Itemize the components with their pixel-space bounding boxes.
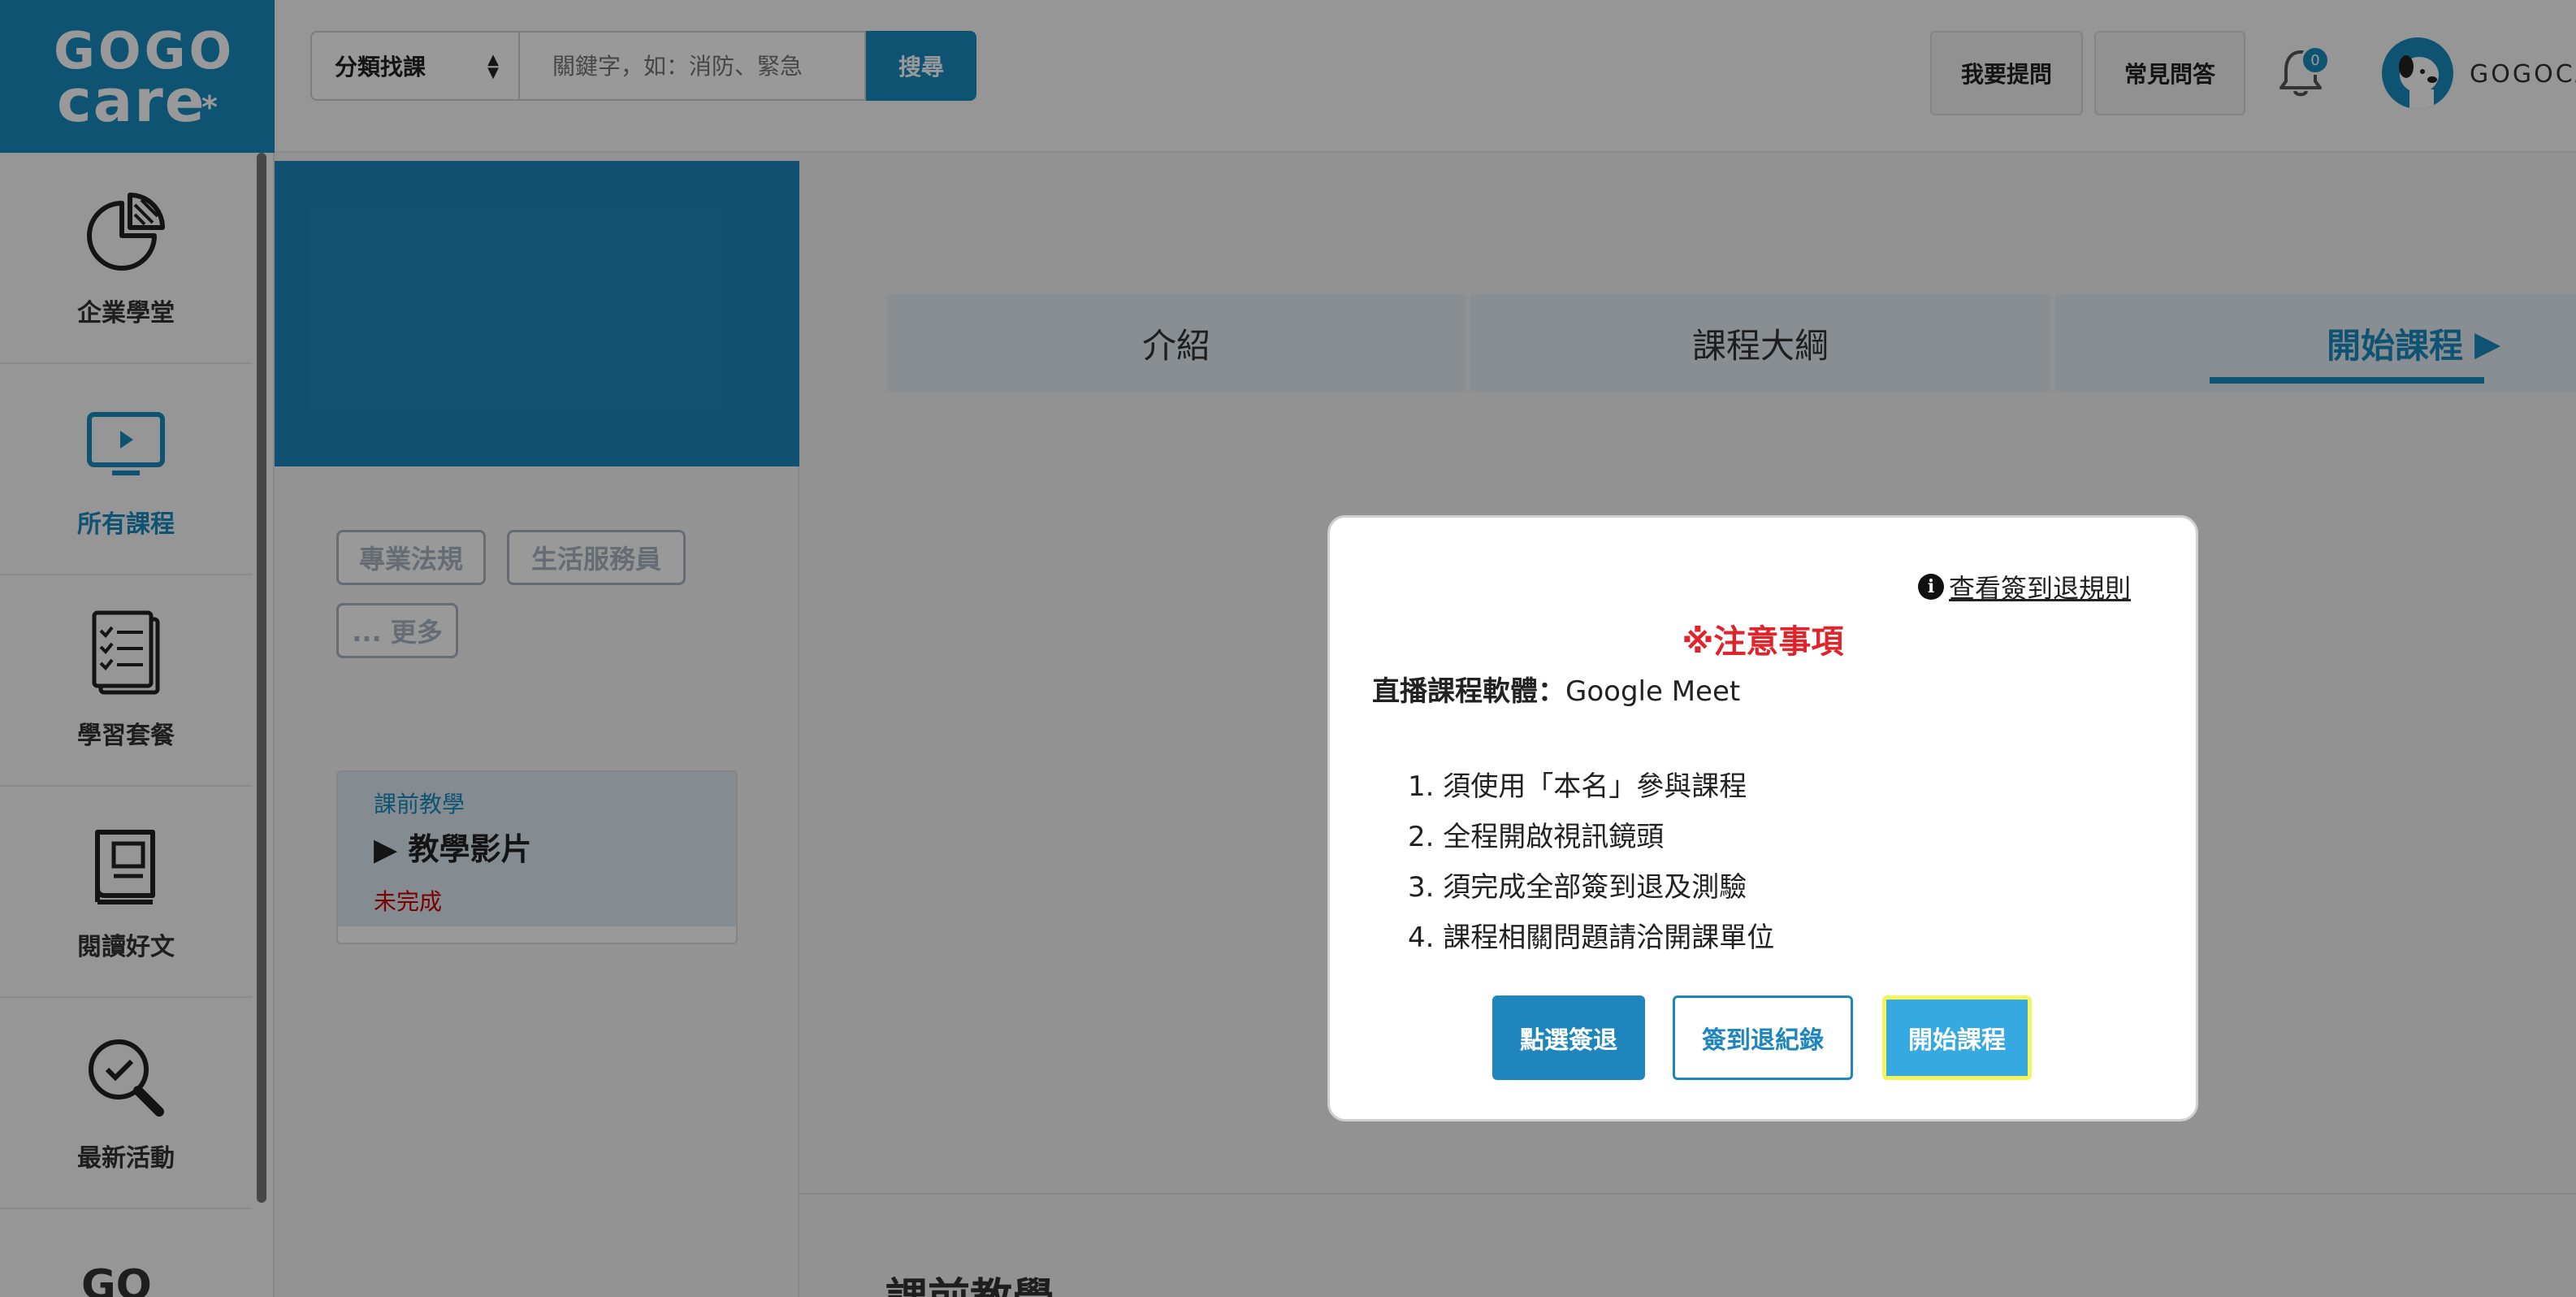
category-select-label: 分類找課 <box>335 54 426 80</box>
tag-service-worker[interactable]: 生活服務員 <box>507 530 686 585</box>
rule-item: 2. 全程開啟視訊鏡頭 <box>1408 821 1665 853</box>
ask-question-button[interactable]: 我要提問 <box>1930 31 2083 115</box>
lesson-category: 課前教學 <box>374 791 465 818</box>
sidebar-item-events[interactable]: 最新活動 <box>0 998 252 1209</box>
sidebar-partial-logo: GO <box>81 1261 152 1297</box>
lesson-title: 教學影片 <box>408 831 532 867</box>
tag-more[interactable]: ... 更多 <box>336 603 458 658</box>
search-button[interactable]: 搜尋 <box>866 31 976 101</box>
sidebar-scrollbar[interactable] <box>257 153 266 1203</box>
course-notice-modal: i 查看簽到退規則 ※注意事項 直播課程軟體：Google Meet 1. 須使… <box>1327 515 2198 1121</box>
sidebar-item-label: 最新活動 <box>77 1144 175 1173</box>
lesson-status: 未完成 <box>374 888 443 915</box>
sidebar-item-label: 企業學堂 <box>77 299 175 328</box>
info-icon: i <box>1918 574 1944 600</box>
sidebar-item-label: 學習套餐 <box>77 722 175 750</box>
tab-start-course-label: 開始課程 <box>2327 325 2464 366</box>
section-title: 課前教學 <box>885 1264 1054 1297</box>
user-name[interactable]: GOGOCA <box>2470 60 2576 89</box>
notice-heading: ※注意事項 <box>1682 623 1844 661</box>
rule-list: 1. 須使用「本名」參與課程 2. 全程開啟視訊鏡頭 3. 須完成全部簽到退及測… <box>1408 761 1774 963</box>
category-select[interactable]: 分類找課 ▲ ▼ <box>310 31 518 101</box>
dog-avatar-icon <box>2399 55 2439 109</box>
tag-regulations[interactable]: 專業法規 <box>336 530 486 585</box>
logo-mark: * <box>201 89 218 125</box>
software-value: Google Meet <box>1565 675 1741 708</box>
sidebar-item-label: 所有課程 <box>77 510 175 539</box>
active-tab-indicator <box>2210 377 2484 384</box>
book-icon <box>95 830 155 904</box>
sidebar-item-reading[interactable]: 閱讀好文 <box>0 787 252 998</box>
play-icon: ▶ <box>2474 323 2501 363</box>
faq-button[interactable]: 常見問答 <box>2094 31 2245 115</box>
lesson-card[interactable]: 課前教學 ▶ 教學影片 未完成 <box>336 770 738 944</box>
rule-item: 3. 須完成全部簽到退及測驗 <box>1408 871 1747 904</box>
sign-rules-link-label: 查看簽到退規則 <box>1949 573 2132 604</box>
top-bar: GOGO care * 分類找課 ▲▼ 搜尋 我要提問 常見問答 0 GOGOC… <box>0 0 2576 153</box>
lesson-title-row: ▶ 教學影片 <box>374 824 531 869</box>
sidebar-item-packages[interactable]: 學習套餐 <box>0 575 252 787</box>
magnifier-check-icon <box>89 1039 164 1117</box>
rule-item: 4. 課程相關問題請洽開課單位 <box>1408 922 1775 954</box>
play-icon: ▶ <box>374 831 398 867</box>
checklist-icon <box>92 610 160 695</box>
tab-intro[interactable]: 介紹 <box>887 294 1466 392</box>
sign-record-button[interactable]: 簽到退紀錄 <box>1673 996 1853 1080</box>
tab-syllabus[interactable]: 課程大綱 <box>1470 294 2050 392</box>
search-input[interactable] <box>518 31 866 101</box>
sort-arrows-icon: ▲ ▼ <box>487 51 499 81</box>
monitor-play-icon <box>87 412 165 475</box>
logo[interactable]: GOGO care * <box>0 0 275 153</box>
avatar[interactable] <box>2382 37 2453 109</box>
sidebar-item-enterprise[interactable]: 企業學堂 <box>0 153 252 364</box>
logo-text-bottom: care <box>57 67 206 135</box>
pie-chart-icon <box>87 193 165 271</box>
sidebar-item-label: 閱讀好文 <box>77 933 175 961</box>
sidebar-item-all-courses[interactable]: 所有課程 <box>0 364 252 575</box>
software-label: 直播課程軟體： <box>1372 675 1565 708</box>
software-line: 直播課程軟體：Google Meet <box>1372 669 1740 709</box>
section-divider <box>799 1193 2576 1195</box>
rule-item: 1. 須使用「本名」參與課程 <box>1408 770 1747 803</box>
sign-rules-link[interactable]: i 查看簽到退規則 <box>1918 568 2131 605</box>
course-cover-image <box>275 161 799 466</box>
start-course-button[interactable]: 開始課程 <box>1882 996 2032 1080</box>
notification-badge: 0 <box>2301 46 2330 75</box>
sidebar: 企業學堂 所有課程 學習套餐 閱讀好文 最新活動 GO <box>0 153 275 1297</box>
sign-out-button[interactable]: 點選簽退 <box>1492 996 1645 1080</box>
